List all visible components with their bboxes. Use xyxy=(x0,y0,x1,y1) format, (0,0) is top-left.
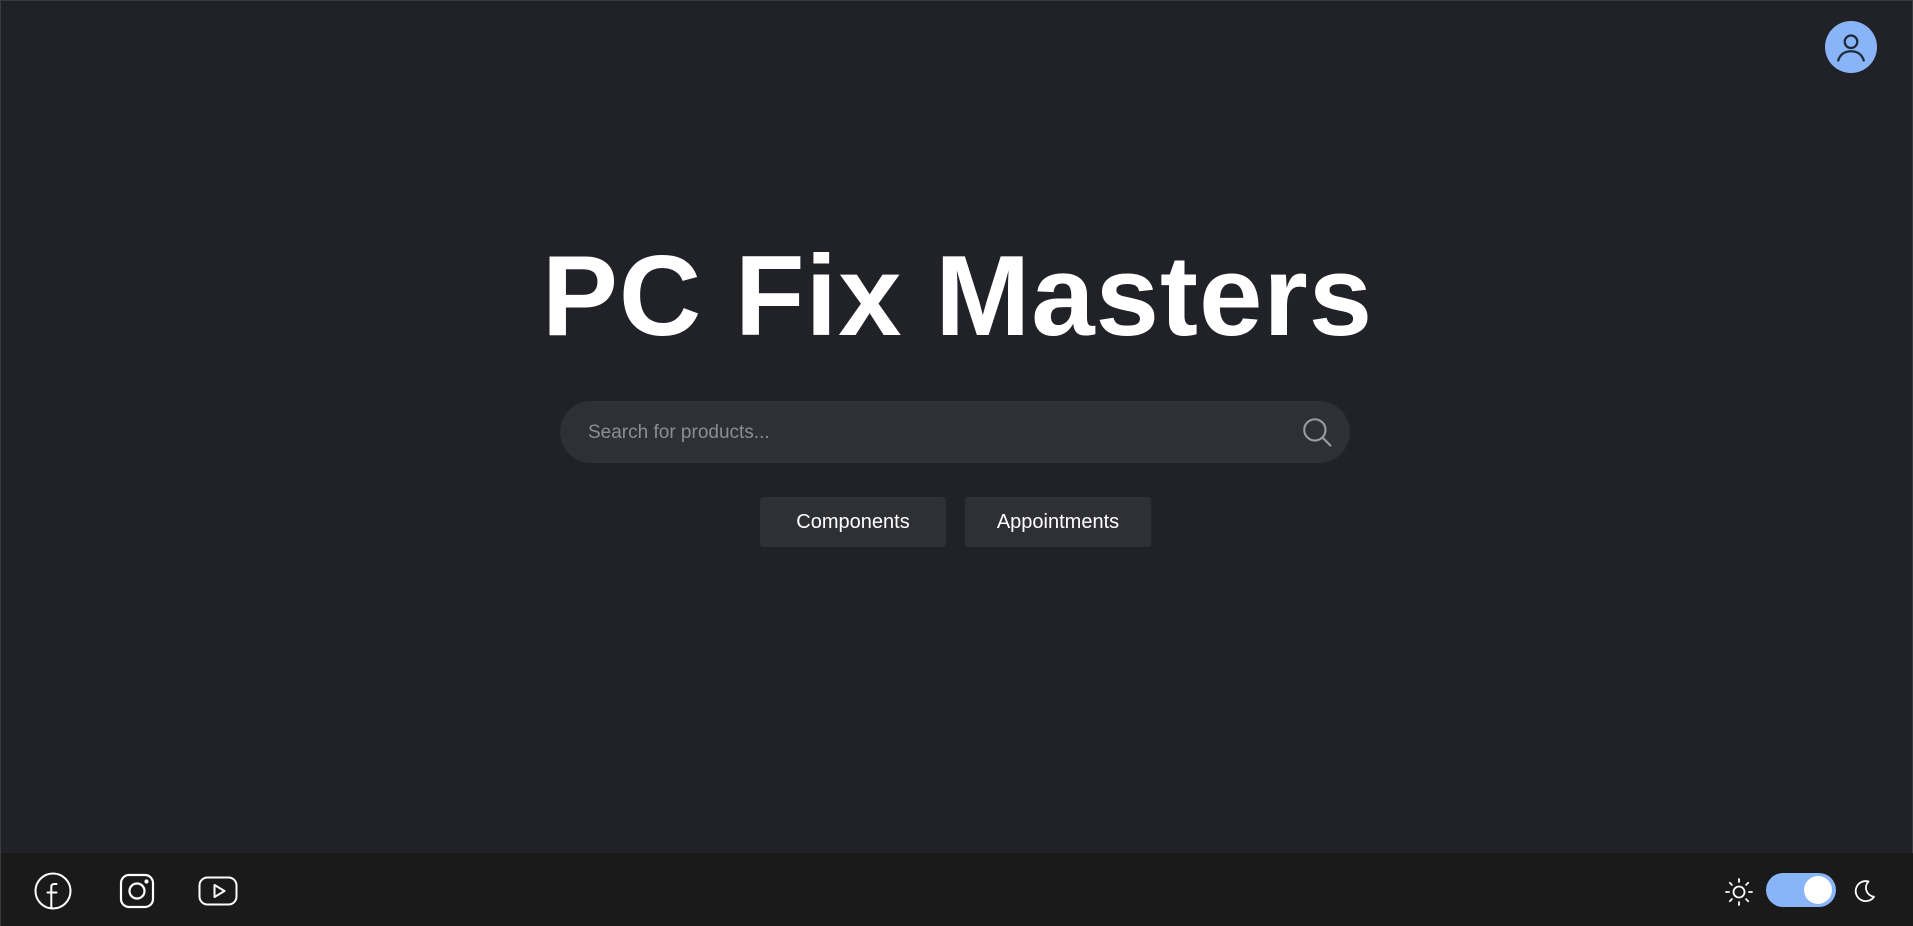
youtube-link[interactable] xyxy=(197,870,239,912)
moon-icon xyxy=(1854,880,1875,902)
components-button[interactable]: Components xyxy=(760,497,946,547)
user-icon xyxy=(1837,34,1865,62)
sun-icon xyxy=(1725,878,1753,906)
theme-toggle[interactable] xyxy=(1766,873,1836,907)
appointments-button[interactable]: Appointments xyxy=(965,497,1151,547)
instagram-link[interactable] xyxy=(116,870,158,912)
youtube-icon xyxy=(198,876,238,906)
profile-button[interactable] xyxy=(1825,21,1877,73)
page: PC Fix Masters Components Appointments xyxy=(0,0,1913,926)
facebook-link[interactable] xyxy=(32,870,74,912)
search-icon[interactable] xyxy=(1300,415,1334,449)
theme-toggle-knob xyxy=(1804,876,1832,904)
facebook-icon xyxy=(34,872,72,910)
footer xyxy=(1,853,1913,926)
search-bar xyxy=(560,401,1350,465)
instagram-icon xyxy=(119,873,155,909)
search-input[interactable] xyxy=(586,401,1270,465)
page-title: PC Fix Masters xyxy=(541,233,1374,360)
